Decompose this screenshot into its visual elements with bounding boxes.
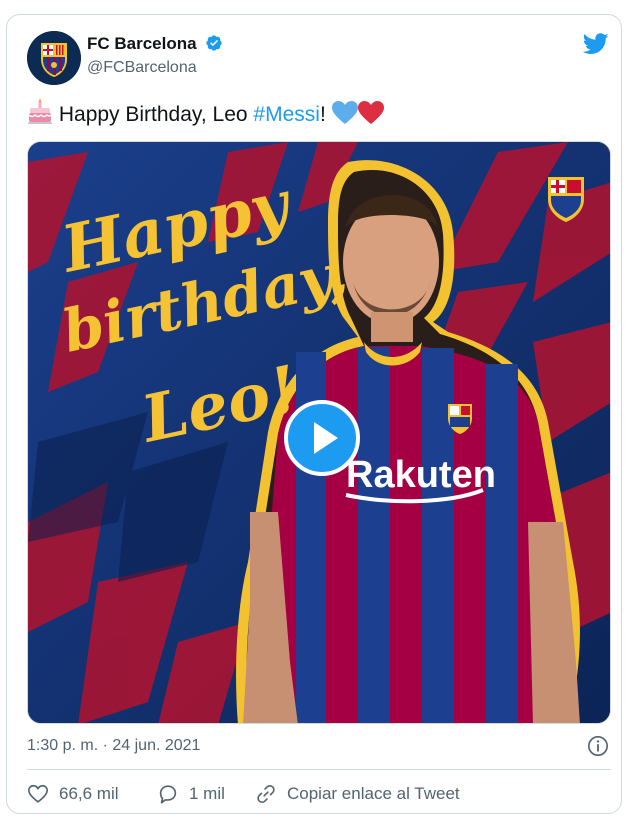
reply-button[interactable]: 1 mil [157,782,225,806]
tweet-text-after: ! [319,103,326,126]
red-heart-icon [357,101,384,133]
blue-heart-icon [331,101,358,133]
author-handle[interactable]: @FCBarcelona [87,59,197,77]
shirt-sponsor-text: Rakuten [346,454,496,496]
copy-link-button[interactable]: Copiar enlace al Tweet [255,782,460,806]
play-icon [314,422,338,454]
verified-badge-icon [206,35,222,51]
heart-icon [28,784,48,803]
tweet-text-before: Happy Birthday, Leo [58,103,254,126]
like-button[interactable]: 66,6 mil [27,782,119,806]
reply-count: 1 mil [189,784,225,803]
author-name[interactable]: FC Barcelona [87,34,197,54]
tweet-text: Happy Birthday, Leo #Messi! [27,99,384,133]
reply-bubble-icon [159,785,177,804]
avatar[interactable] [27,31,81,85]
divider [27,769,611,770]
hashtag-link[interactable]: #Messi [253,103,320,126]
like-count: 66,6 mil [59,784,119,803]
tweet-card[interactable]: FC Barcelona @FCBarcelona Happy Birthday… [6,14,622,814]
link-icon [257,784,275,804]
play-button[interactable] [284,400,360,476]
birthday-cake-icon [27,99,53,133]
info-icon[interactable] [587,735,609,757]
tweet-timestamp[interactable]: 1:30 p. m. · 24 jun. 2021 [27,737,200,755]
copy-link-label: Copiar enlace al Tweet [287,784,460,803]
video-media[interactable]: Happy birthday, Leo! Rakuten [27,141,611,724]
twitter-bird-icon[interactable] [583,33,609,55]
fcb-crest-icon [27,31,81,85]
